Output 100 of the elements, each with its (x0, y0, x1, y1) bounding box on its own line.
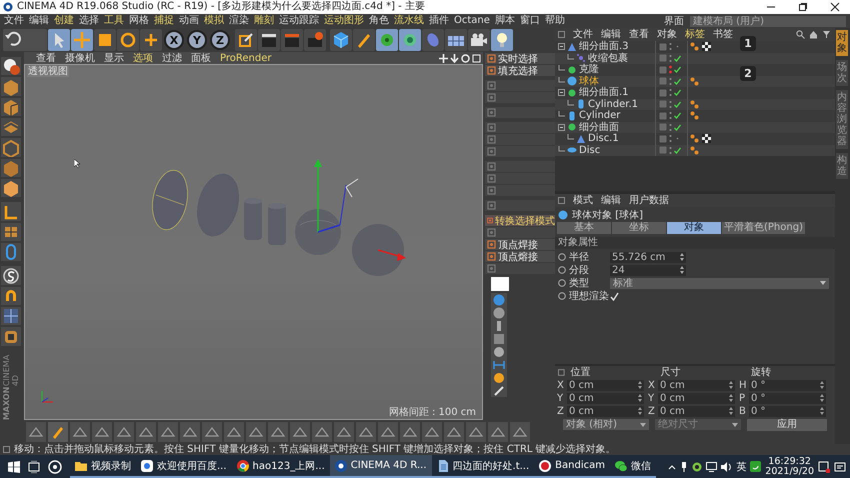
viewport-menu-item[interactable]: 显示 (104, 52, 124, 64)
axis-button[interactable]: X (164, 30, 184, 50)
task-view-icon[interactable] (28, 460, 40, 472)
phong-tag-icon[interactable] (690, 111, 699, 120)
taskbar-app[interactable]: 视频录制 (70, 455, 136, 478)
caret-up-icon[interactable] (668, 462, 676, 470)
app-tray-icon[interactable] (750, 461, 762, 472)
taskbar-app[interactable]: 微信 (610, 455, 656, 478)
palette-item[interactable]: 转换选择模式 (485, 215, 555, 226)
viewport-menu-item[interactable]: 摄像机 (65, 52, 95, 64)
tab[interactable]: 平滑着色(Phong) (722, 222, 805, 234)
panel-menu-item[interactable]: 用户数据 (629, 194, 669, 206)
number-field[interactable]: 0 cm (567, 406, 644, 416)
palette-item[interactable]: 顶点熔接 (485, 251, 555, 262)
number-field[interactable]: 0 cm (567, 380, 644, 390)
tool-button[interactable] (1, 118, 21, 136)
menu-item[interactable]: 工具 (104, 15, 124, 27)
number-field[interactable]: 0 ° (749, 406, 826, 416)
tool-button[interactable] (1, 307, 21, 326)
action-center-icon[interactable] (834, 460, 846, 472)
tree-expander-icon[interactable] (558, 122, 565, 132)
menu-item[interactable]: 动画 (179, 15, 199, 27)
animate-dot-icon[interactable] (558, 292, 566, 300)
menu-item[interactable]: 脚本 (494, 15, 515, 27)
menu-item[interactable]: 角色 (369, 15, 389, 27)
menu-item[interactable]: 捕捉 (154, 15, 174, 27)
toggle-view-icon[interactable] (472, 54, 481, 62)
menu-item[interactable]: 运动图形 (324, 15, 364, 27)
phong-tag-icon[interactable] (690, 76, 699, 86)
panel-menu-item[interactable]: 标签 (685, 28, 705, 40)
menu-item[interactable]: 网格 (129, 15, 149, 27)
panel-menu-item[interactable]: 模式 (573, 194, 593, 206)
phong-tag-icon[interactable] (690, 146, 699, 155)
undo-icon[interactable] (3, 29, 47, 51)
tool-button[interactable] (1, 222, 21, 242)
visibility-dots-icon[interactable] (669, 65, 672, 74)
object-name[interactable]: Cylinder (579, 110, 620, 122)
number-field[interactable]: 0 cm (658, 392, 735, 404)
network-icon[interactable] (706, 462, 718, 472)
phong-tag-icon[interactable] (690, 42, 699, 52)
tool-button[interactable] (1, 179, 21, 198)
menu-item[interactable]: 插件 (429, 15, 449, 27)
checkbox-icon[interactable] (610, 292, 619, 300)
viewport-menu-item[interactable]: ProRender (220, 52, 272, 64)
restore-icon[interactable] (798, 2, 808, 12)
menu-item[interactable]: 雕刻 (254, 15, 274, 27)
object-name[interactable]: 球体 (579, 76, 599, 87)
object-name[interactable]: Disc.1 (588, 133, 619, 144)
number-field[interactable]: 0 cm (658, 406, 735, 416)
tool-button[interactable] (491, 371, 507, 384)
tool-button[interactable] (1, 57, 21, 76)
axis-button[interactable]: Z (210, 30, 230, 50)
filter-icon[interactable] (822, 30, 831, 39)
viewport-menu-item[interactable]: 选项 (133, 52, 153, 64)
enabled-check-icon[interactable] (674, 89, 681, 96)
notification-icon[interactable] (818, 460, 830, 472)
tree-expander-icon[interactable] (558, 88, 565, 98)
tool-button[interactable] (1, 98, 21, 116)
number-field[interactable]: 0 ° (749, 392, 826, 404)
menu-item[interactable]: 帮助 (544, 15, 565, 27)
color-swatch[interactable] (491, 277, 509, 291)
taskbar-app[interactable]: 四边面的好处.t... (432, 455, 534, 478)
panel-menu-item[interactable]: 编辑 (601, 28, 621, 40)
apply-button[interactable]: 应用 (747, 418, 827, 430)
panel-menu-item[interactable]: 书签 (713, 28, 733, 40)
menu-item[interactable]: 流水线 (394, 15, 424, 27)
checker-tag-icon[interactable] (702, 42, 711, 52)
visibility-dots-icon[interactable] (669, 111, 672, 120)
home-icon[interactable] (809, 30, 818, 39)
plus-icon[interactable] (140, 29, 162, 51)
enabled-check-icon[interactable] (674, 54, 681, 62)
palette-item[interactable]: 填充选择 (485, 65, 555, 76)
tab[interactable]: 对象 (667, 222, 721, 234)
object-name[interactable]: 克隆 (579, 64, 599, 76)
palette-item[interactable]: 实时选择 (485, 53, 555, 64)
menu-item[interactable]: 模拟 (204, 15, 224, 27)
menu-item[interactable]: 选择 (79, 15, 99, 27)
enabled-check-icon[interactable] (674, 146, 681, 154)
panel-menu-item[interactable]: 文件 (573, 28, 593, 40)
animate-dot-icon[interactable] (558, 279, 566, 287)
taskbar-app[interactable]: CINEMA 4D R... (330, 455, 432, 478)
visibility-dots-icon[interactable] (669, 146, 672, 155)
number-field[interactable]: 0 cm (658, 380, 735, 390)
menu-item[interactable]: 文件 (4, 15, 24, 27)
volume-icon[interactable] (721, 462, 732, 472)
tab[interactable]: 基本 (557, 222, 611, 234)
dropdown[interactable]: 标准 (610, 278, 829, 288)
phong-tag-icon[interactable] (690, 100, 699, 109)
animate-dot-icon[interactable] (558, 253, 566, 261)
tool-button[interactable] (1, 202, 21, 221)
taskbar-app[interactable]: hao123_上网... (232, 455, 330, 478)
visibility-dots-icon[interactable] (669, 134, 672, 144)
object-name[interactable]: 细分曲面.3 (579, 41, 629, 52)
object-name[interactable]: Disc (579, 144, 600, 156)
enabled-check-icon[interactable] (674, 124, 681, 131)
tool-button[interactable] (491, 384, 507, 397)
axis-button[interactable]: Y (187, 30, 207, 50)
visibility-dots-icon[interactable] (669, 122, 672, 132)
move-view-icon[interactable] (439, 54, 448, 62)
rotate-view-icon[interactable] (461, 54, 470, 62)
